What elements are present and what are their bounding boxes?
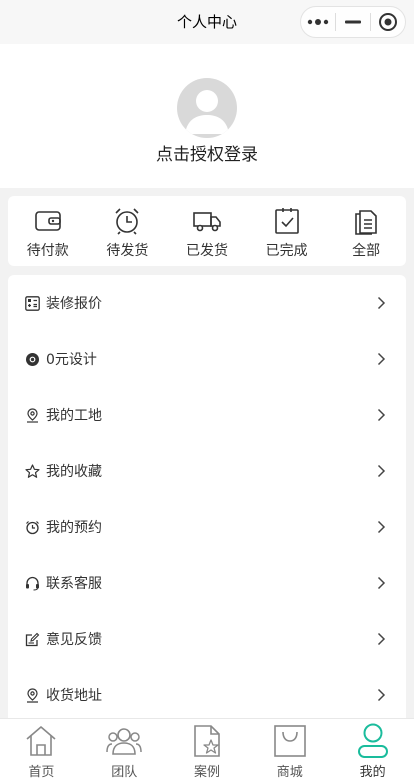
menu-label: 意见反馈 — [46, 632, 102, 648]
order-status-bar: 待付款 待发货 已发货 已完成 全部 — [8, 196, 406, 266]
alarm-clock-icon — [25, 520, 39, 534]
user-icon — [357, 723, 388, 758]
home-icon — [26, 726, 56, 756]
order-pending-shipment[interactable]: 待发货 — [88, 196, 168, 266]
order-label: 待付款 — [26, 243, 69, 259]
menu-label: 联系客服 — [46, 576, 102, 592]
default-avatar-icon — [185, 90, 229, 134]
calculator-icon — [24, 295, 40, 311]
bottom-tab-bar: 首页 团队 案例 商城 我的 — [0, 718, 414, 780]
team-icon — [106, 728, 142, 755]
menu-item-my-appointments[interactable]: 我的预约 — [8, 499, 406, 555]
tab-label: 团队 — [111, 765, 138, 780]
location-pin-icon — [26, 687, 38, 703]
target-circle-icon — [379, 13, 397, 31]
chevron-right-icon — [377, 688, 386, 702]
menu-label: 我的工地 — [46, 408, 102, 424]
mini-program-capsule — [300, 6, 406, 38]
tab-home[interactable]: 首页 — [0, 719, 83, 780]
chevron-right-icon — [377, 520, 386, 534]
order-shipped[interactable]: 已发货 — [167, 196, 247, 266]
close-button[interactable] — [371, 7, 405, 37]
alarm-clock-icon — [115, 208, 139, 235]
star-icon — [24, 463, 40, 478]
case-document-icon — [194, 725, 220, 757]
order-label: 已完成 — [265, 243, 308, 259]
menu-label: 0元设计 — [46, 352, 97, 368]
menu-item-free-design[interactable]: 0元设计 — [8, 331, 406, 387]
design-badge-icon — [25, 352, 39, 366]
headset-icon — [25, 576, 39, 591]
menu-item-customer-service[interactable]: 联系客服 — [8, 555, 406, 611]
chevron-right-icon — [377, 352, 386, 366]
menu-item-decoration-quote[interactable]: 装修报价 — [8, 275, 406, 331]
edit-note-icon — [25, 632, 39, 646]
menu-item-my-site[interactable]: 我的工地 — [8, 387, 406, 443]
minimize-icon — [345, 20, 361, 24]
tab-team[interactable]: 团队 — [83, 719, 166, 780]
chevron-right-icon — [377, 464, 386, 478]
menu-label: 我的预约 — [46, 520, 102, 536]
authorize-login-link[interactable]: 点击授权登录 — [0, 140, 414, 165]
order-label: 已发货 — [185, 243, 228, 259]
service-menu: 装修报价 0元设计 我的工地 我的收藏 我的预约 联系客服 意见反馈 收货地址 — [8, 275, 406, 725]
tab-mall[interactable]: 商城 — [248, 719, 331, 780]
menu-item-shipping-address[interactable]: 收货地址 — [8, 667, 406, 723]
order-pending-payment[interactable]: 待付款 — [8, 196, 88, 266]
menu-label: 装修报价 — [46, 296, 102, 312]
menu-item-feedback[interactable]: 意见反馈 — [8, 611, 406, 667]
profile-header: 点击授权登录 — [0, 44, 414, 188]
order-completed[interactable]: 已完成 — [247, 196, 327, 266]
tab-label: 案例 — [193, 765, 220, 780]
minimize-button[interactable] — [336, 7, 370, 37]
avatar[interactable] — [177, 78, 237, 138]
chevron-right-icon — [377, 576, 386, 590]
shopping-bag-icon — [273, 725, 306, 757]
wallet-icon — [34, 211, 61, 231]
chevron-right-icon — [377, 296, 386, 310]
menu-item-my-favorites[interactable]: 我的收藏 — [8, 443, 406, 499]
more-button[interactable] — [301, 7, 335, 37]
documents-icon — [355, 210, 377, 235]
location-pin-icon — [26, 407, 38, 423]
chevron-right-icon — [377, 632, 386, 646]
menu-label: 收货地址 — [46, 688, 102, 704]
menu-label: 我的收藏 — [46, 464, 102, 480]
chevron-right-icon — [377, 408, 386, 422]
order-all[interactable]: 全部 — [326, 196, 406, 266]
tab-mine[interactable]: 我的 — [331, 719, 414, 780]
tab-label: 我的 — [359, 765, 386, 780]
tab-cases[interactable]: 案例 — [166, 719, 249, 780]
clipboard-check-icon — [274, 208, 299, 234]
tab-label: 商城 — [276, 765, 303, 780]
tab-label: 首页 — [28, 765, 55, 780]
more-dots-icon — [307, 19, 329, 25]
order-label: 待发货 — [106, 243, 149, 259]
nav-bar: 个人中心 — [0, 0, 414, 44]
truck-icon — [193, 212, 221, 232]
order-label: 全部 — [352, 243, 381, 259]
